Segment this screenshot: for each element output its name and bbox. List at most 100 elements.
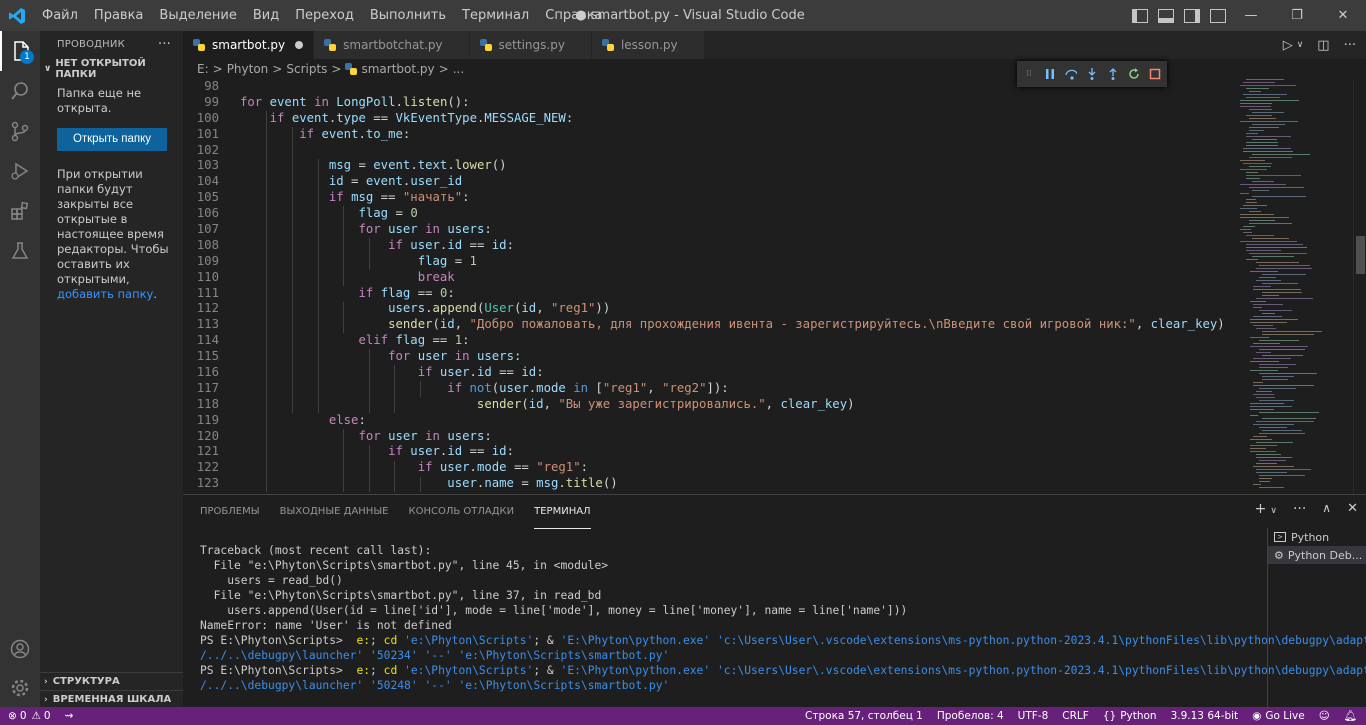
code-line[interactable]: 107 for user in users: <box>183 222 1236 238</box>
testing-icon[interactable] <box>0 231 40 271</box>
code-line[interactable]: 120 for user in users: <box>183 429 1236 445</box>
timeline-section[interactable]: › ВРЕМЕННАЯ ШКАЛА <box>40 690 183 708</box>
code-line[interactable]: 116 if user.id == id: <box>183 365 1236 381</box>
scrollbar-thumb[interactable] <box>1356 236 1365 274</box>
add-folder-link[interactable]: добавить папку <box>57 287 153 301</box>
step-over-icon[interactable] <box>1065 68 1077 80</box>
breadcrumb-symbol[interactable]: ... <box>453 62 464 76</box>
remote-indicator[interactable]: ⊗ 0 ⚠ 0 <box>0 707 58 725</box>
step-out-icon[interactable] <box>1107 68 1119 80</box>
minimap[interactable] <box>1236 79 1353 494</box>
cursor-position[interactable]: Строка 57, столбец 1 <box>798 707 930 725</box>
code-line[interactable]: 106 flag = 0 <box>183 206 1236 222</box>
menu-run[interactable]: Выполнить <box>362 0 454 31</box>
go-live[interactable]: ◉ Go Live <box>1245 707 1312 725</box>
terminal-item-python-debug[interactable]: ⚙ Python Deb... <box>1268 546 1366 564</box>
notifications-icon[interactable]: 🔔︎ <box>1337 707 1366 725</box>
tab-lesson[interactable]: lesson.py <box>591 31 705 59</box>
python-interpreter[interactable]: 3.9.13 64-bit <box>1164 707 1246 725</box>
code-line[interactable]: 115 for user in users: <box>183 349 1236 365</box>
close-icon[interactable]: ✕ <box>1320 0 1366 31</box>
terminal-output[interactable]: Traceback (most recent call last): File … <box>200 543 1366 708</box>
run-python-icon[interactable]: ▷ <box>1283 38 1293 53</box>
extensions-icon[interactable] <box>0 191 40 231</box>
code-line[interactable]: 105 if msg == "начать": <box>183 190 1236 206</box>
toggle-panel-icon[interactable] <box>1158 8 1174 23</box>
tab-smartbotchat[interactable]: smartbotchat.py <box>314 31 470 59</box>
run-debug-icon[interactable] <box>0 151 40 191</box>
code-line[interactable]: 117 if not(user.mode in ["reg1", "reg2"]… <box>183 381 1236 397</box>
drag-handle-icon[interactable]: ⁞⁞ <box>1023 68 1035 80</box>
restart-icon[interactable] <box>1128 68 1140 80</box>
restore-icon[interactable]: ❐ <box>1274 0 1320 31</box>
more-actions-icon[interactable]: ··· <box>1293 501 1306 521</box>
editor-scrollbar[interactable] <box>1353 79 1366 494</box>
customize-layout-icon[interactable] <box>1210 8 1226 23</box>
tab-terminal[interactable]: ТЕРМИНАЛ <box>534 495 591 529</box>
code-line[interactable]: 121 if user.id == id: <box>183 444 1236 460</box>
code-line[interactable]: 101 if event.to_me: <box>183 127 1236 143</box>
toggle-sidebar-icon[interactable] <box>1132 8 1148 23</box>
minimize-icon[interactable]: — <box>1228 0 1274 31</box>
menu-selection[interactable]: Выделение <box>151 0 244 31</box>
terminal-dropdown-icon[interactable]: ∨ <box>1270 501 1277 521</box>
menu-file[interactable]: Файл <box>34 0 86 31</box>
source-control-icon[interactable] <box>0 111 40 151</box>
code-line[interactable]: 113 sender(id, "Добро пожаловать, для пр… <box>183 317 1236 333</box>
encoding[interactable]: UTF-8 <box>1011 707 1056 725</box>
code-line[interactable]: 123 user.name = msg.title() <box>183 476 1236 492</box>
code-line[interactable]: 110 break <box>183 270 1236 286</box>
pause-icon[interactable] <box>1044 68 1056 80</box>
tab-output[interactable]: ВЫХОДНЫЕ ДАННЫЕ <box>280 495 389 529</box>
breadcrumb-file[interactable]: smartbot.py <box>361 62 434 76</box>
close-panel-icon[interactable]: ✕ <box>1347 501 1358 521</box>
language-mode[interactable]: {} Python <box>1096 707 1164 725</box>
feedback-icon[interactable]: ☺ <box>1312 707 1337 725</box>
code-line[interactable]: 119 else: <box>183 413 1236 429</box>
code-line[interactable]: 108 if user.id == id: <box>183 238 1236 254</box>
code-line[interactable]: 102 <box>183 143 1236 159</box>
code-line[interactable]: 122 if user.mode == "reg1": <box>183 460 1236 476</box>
code-line[interactable]: 118 sender(id, "Вы уже зарегистрировалис… <box>183 397 1236 413</box>
settings-gear-icon[interactable] <box>0 668 40 708</box>
maximize-panel-icon[interactable]: ∧ <box>1322 501 1331 521</box>
code-line[interactable]: 114 elif flag == 1: <box>183 333 1236 349</box>
code-line[interactable]: 111 if flag == 0: <box>183 286 1236 302</box>
toggle-secondary-sidebar-icon[interactable] <box>1184 8 1200 23</box>
tab-settings[interactable]: settings.py <box>469 31 592 59</box>
menu-go[interactable]: Переход <box>287 0 362 31</box>
tab-smartbot[interactable]: smartbot.py <box>183 31 315 59</box>
modified-dot-icon[interactable] <box>295 41 304 49</box>
more-actions-icon[interactable]: ··· <box>1344 38 1356 53</box>
more-actions-icon[interactable]: ··· <box>158 37 171 52</box>
indentation[interactable]: Пробелов: 4 <box>930 707 1011 725</box>
open-folder-button[interactable]: Открыть папку <box>57 128 167 151</box>
breadcrumb-drive[interactable]: E: <box>197 62 209 76</box>
debug-launch-icon[interactable]: ⇝ <box>58 707 81 725</box>
terminal-item-python[interactable]: > Python <box>1268 528 1366 546</box>
accounts-icon[interactable] <box>0 629 40 669</box>
tab-problems[interactable]: ПРОБЛЕМЫ <box>200 495 260 529</box>
no-folder-section[interactable]: ∨ НЕТ ОТКРЫТОЙ ПАПКИ <box>40 58 183 80</box>
code-editor[interactable]: 98 99 for event in LongPoll.listen(): 100 i… <box>183 79 1236 494</box>
menu-view[interactable]: Вид <box>245 0 287 31</box>
code-line[interactable]: 112 users.append(User(id, "reg1")) <box>183 301 1236 317</box>
code-line[interactable]: 99 for event in LongPoll.listen(): <box>183 95 1236 111</box>
breadcrumb-folder[interactable]: Scripts <box>286 62 327 76</box>
outline-section[interactable]: › СТРУКТУРА <box>40 672 183 690</box>
code-line[interactable]: 109 flag = 1 <box>183 254 1236 270</box>
breadcrumb-folder[interactable]: Phyton <box>227 62 269 76</box>
run-dropdown-icon[interactable]: ∨ <box>1297 40 1304 50</box>
end-of-line[interactable]: CRLF <box>1055 707 1096 725</box>
step-into-icon[interactable] <box>1086 68 1098 80</box>
code-line[interactable]: 103 msg = event.text.lower() <box>183 158 1236 174</box>
explorer-icon[interactable]: 1 <box>0 31 40 71</box>
new-terminal-icon[interactable]: + <box>1255 501 1267 521</box>
menu-edit[interactable]: Правка <box>86 0 151 31</box>
menu-terminal[interactable]: Терминал <box>454 0 537 31</box>
search-icon[interactable] <box>0 71 40 111</box>
tab-debug-console[interactable]: КОНСОЛЬ ОТЛАДКИ <box>408 495 514 529</box>
stop-icon[interactable] <box>1149 68 1161 80</box>
code-line[interactable]: 100 if event.type == VkEventType.MESSAGE… <box>183 111 1236 127</box>
split-editor-icon[interactable]: ◫ <box>1317 38 1329 53</box>
